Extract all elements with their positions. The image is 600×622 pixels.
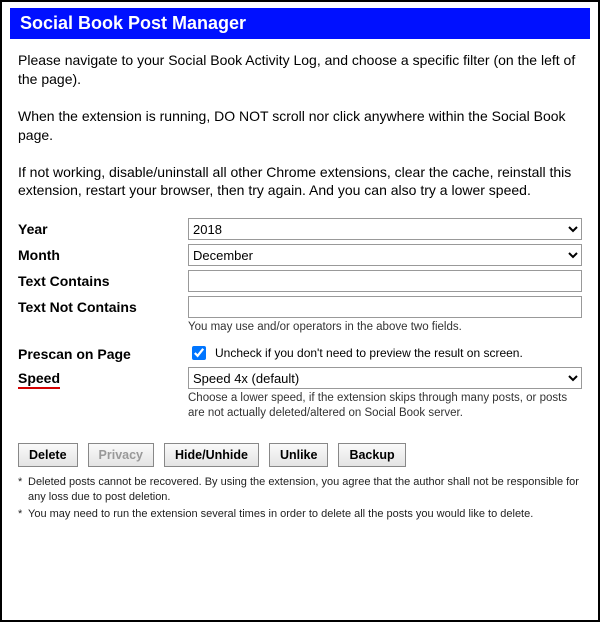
bullet-icon: * [18,507,28,522]
speed-select[interactable]: Speed 4x (default) [188,367,582,389]
text-contains-input[interactable] [188,270,582,292]
speed-hint: Choose a lower speed, if the extension s… [188,391,582,421]
year-label: Year [18,218,188,237]
app-title: Social Book Post Manager [20,13,246,33]
text-not-contains-label: Text Not Contains [18,296,188,315]
prescan-label: Prescan on Page [18,343,188,362]
month-select[interactable]: December [188,244,582,266]
text-fields-hint: You may use and/or operators in the abov… [188,320,582,335]
footnotes: * Deleted posts cannot be recovered. By … [18,475,582,522]
footnote-1: Deleted posts cannot be recovered. By us… [28,475,582,505]
instruction-1: Please navigate to your Social Book Acti… [18,51,582,89]
extension-popup: Social Book Post Manager Please navigate… [0,0,600,622]
bullet-icon: * [18,475,28,505]
backup-button[interactable]: Backup [338,443,405,467]
delete-button[interactable]: Delete [18,443,78,467]
month-label: Month [18,244,188,263]
hide-unhide-button[interactable]: Hide/Unhide [164,443,259,467]
privacy-button[interactable]: Privacy [88,443,154,467]
instruction-2: When the extension is running, DO NOT sc… [18,107,582,145]
action-buttons: Delete Privacy Hide/Unhide Unlike Backup [18,443,582,467]
unlike-button[interactable]: Unlike [269,443,329,467]
footnote-2: You may need to run the extension severa… [28,507,533,522]
text-not-contains-input[interactable] [188,296,582,318]
speed-label: Speed [18,367,188,386]
instruction-3: If not working, disable/uninstall all ot… [18,163,582,201]
title-bar: Social Book Post Manager [10,8,590,39]
prescan-desc: Uncheck if you don't need to preview the… [215,346,523,360]
text-contains-label: Text Contains [18,270,188,289]
year-select[interactable]: 2018 [188,218,582,240]
prescan-checkbox[interactable] [192,346,206,360]
settings-form: Year 2018 Month December Text Contains T… [18,218,582,421]
